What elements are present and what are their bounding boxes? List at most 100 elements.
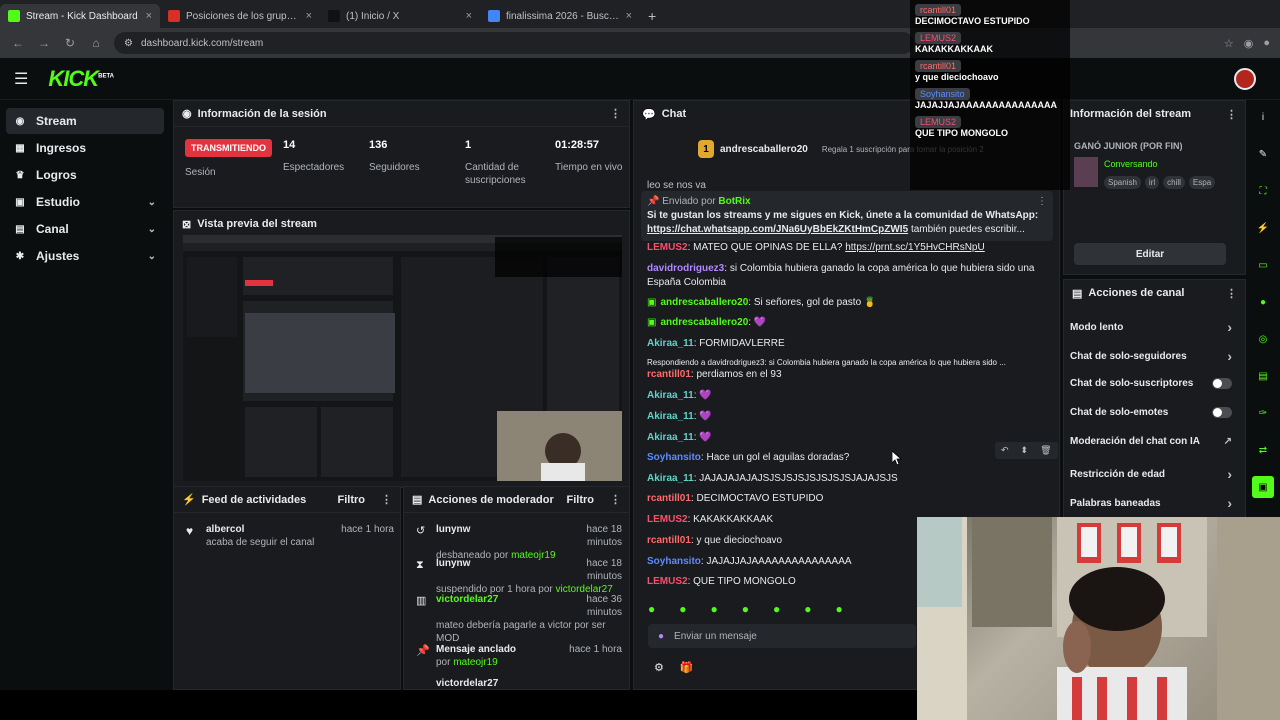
- stream-tag[interactable]: Spanish: [1104, 176, 1141, 189]
- chat-message[interactable]: Akiraa_11: FORMIDAVLERRE: [647, 337, 1047, 351]
- pinned-link[interactable]: https://chat.whatsapp.com/JNa6UyBbEkZKtH…: [647, 224, 908, 235]
- extension-icon[interactable]: ◉: [1244, 37, 1254, 50]
- chat-username[interactable]: LEMUS2: [647, 514, 688, 525]
- mod-by[interactable]: mateojr19: [453, 657, 497, 668]
- stream-info-more-icon[interactable]: ⋮: [1226, 108, 1237, 121]
- gifter-name[interactable]: andrescaballero20: [720, 144, 808, 155]
- chat-message[interactable]: Soyhansito: Hace un gol el aguilas dorad…: [647, 451, 1047, 465]
- sidebar-item-ingresos[interactable]: ▦ Ingresos: [6, 135, 164, 161]
- chat-username[interactable]: andrescaballero20: [660, 317, 748, 328]
- profile-icon[interactable]: ●: [1263, 37, 1270, 50]
- settings-chat-icon[interactable]: ⚙: [654, 661, 664, 674]
- channel-action-item[interactable]: Chat de solo-emotes: [1070, 407, 1232, 418]
- stream-tag[interactable]: chill: [1163, 176, 1185, 189]
- sidebar-item-canal[interactable]: ▤ Canal ⌄: [6, 216, 164, 242]
- mod-user[interactable]: lunynw: [436, 523, 558, 549]
- channel-action-item[interactable]: Restricción de edad ›: [1070, 466, 1232, 482]
- browser-tab[interactable]: Posiciones de los grupos de Liga ×: [160, 4, 320, 28]
- category-name[interactable]: Conversando: [1104, 159, 1158, 169]
- emote-icon[interactable]: ●: [836, 602, 843, 616]
- new-tab-button[interactable]: +: [640, 8, 664, 28]
- chat-username[interactable]: rcantill01: [647, 535, 691, 546]
- chat-message[interactable]: ▣ andrescaballero20: Si señores, gol de p…: [647, 296, 1047, 310]
- chat-input[interactable]: ● Enviar un mensaje: [648, 624, 916, 648]
- bolt-icon[interactable]: ⚡: [1252, 217, 1274, 239]
- layout-icon[interactable]: ▤: [1252, 365, 1274, 387]
- emote-icon[interactable]: ●: [648, 602, 655, 616]
- browser-tab[interactable]: finalissima 2026 - Buscar con G ×: [480, 4, 640, 28]
- browser-tab[interactable]: Stream - Kick Dashboard ×: [0, 4, 160, 28]
- pinned-by[interactable]: BotRix: [718, 196, 750, 207]
- pinned-more-icon[interactable]: ⋮: [1037, 195, 1047, 209]
- broadcast-icon[interactable]: ◎: [1252, 328, 1274, 350]
- channel-action-item[interactable]: Moderación del chat con IA ↗: [1070, 436, 1232, 447]
- channel-actions-more-icon[interactable]: ⋮: [1226, 287, 1237, 300]
- chat-message[interactable]: Akiraa_11: 💜: [647, 389, 1047, 403]
- channel-action-item[interactable]: Palabras baneadas ›: [1070, 495, 1232, 511]
- tab-close-icon[interactable]: ×: [306, 10, 312, 22]
- arrows-icon[interactable]: ⇄: [1252, 439, 1274, 461]
- reply-icon[interactable]: ↶: [1001, 445, 1009, 456]
- sidebar-item-logros[interactable]: ♛ Logros: [6, 162, 164, 188]
- edit-button[interactable]: Editar: [1074, 243, 1226, 265]
- session-more-icon[interactable]: ⋮: [610, 107, 621, 120]
- feed-user[interactable]: albercol: [206, 524, 244, 535]
- chat-username[interactable]: Soyhansito: [647, 556, 701, 567]
- chat-message[interactable]: LEMUS2: MATEO QUE OPINAS DE ELLA? https:…: [647, 241, 1047, 255]
- forward-icon[interactable]: →: [36, 36, 52, 50]
- kick-logo[interactable]: KICKBETA: [48, 66, 114, 92]
- bookmark-icon[interactable]: ☆: [1224, 37, 1234, 50]
- chat-message[interactable]: ▣ andrescaballero20: 💜: [647, 316, 1047, 330]
- tab-close-icon[interactable]: ×: [146, 10, 152, 22]
- info-icon[interactable]: i: [1252, 106, 1274, 128]
- chat-username[interactable]: LEMUS2: [647, 242, 688, 253]
- feed-filter-button[interactable]: Filtro: [338, 494, 366, 506]
- external-link-icon[interactable]: ↗: [1224, 436, 1232, 447]
- card-icon[interactable]: ▭: [1252, 254, 1274, 276]
- sidebar-item-ajustes[interactable]: ✱ Ajustes ⌄: [6, 243, 164, 269]
- toggle-switch[interactable]: [1212, 407, 1232, 418]
- chat-username[interactable]: Akiraa_11: [647, 338, 694, 349]
- chat-message[interactable]: rcantill01: perdiamos en el 93: [647, 368, 1047, 382]
- user-avatar[interactable]: [1234, 68, 1256, 90]
- mod-filter-button[interactable]: Filtro: [567, 494, 595, 506]
- wrench-icon[interactable]: ✑: [1252, 402, 1274, 424]
- mod-user[interactable]: victordelar27: [436, 593, 558, 619]
- sidebar-item-estudio[interactable]: ▣ Estudio ⌄: [6, 189, 164, 215]
- mod-user[interactable]: Mensaje anclado: [436, 643, 558, 656]
- chevron-down-icon[interactable]: ⌄: [148, 251, 156, 262]
- chevron-right-icon[interactable]: ›: [1227, 495, 1232, 511]
- stream-tag[interactable]: irl: [1144, 176, 1160, 189]
- chat-username[interactable]: davidrodriguez3: [647, 263, 724, 274]
- home-icon[interactable]: ⌂: [88, 36, 104, 50]
- emote-icon[interactable]: ●: [804, 602, 811, 616]
- chevron-right-icon[interactable]: ›: [1227, 319, 1232, 335]
- chat-username[interactable]: Akiraa_11: [647, 411, 694, 422]
- chat-message[interactable]: Akiraa_11: JAJAJAJAJAJSJSJSJSJSJSJSJSJAJ…: [647, 472, 1047, 486]
- tab-close-icon[interactable]: ×: [626, 10, 632, 22]
- browser-tab[interactable]: (1) Inicio / X ×: [320, 4, 480, 28]
- delete-icon[interactable]: 🗑: [1040, 445, 1051, 456]
- pin-icon[interactable]: ⬍: [1021, 445, 1029, 456]
- reload-icon[interactable]: ↻: [62, 36, 78, 50]
- chat-username[interactable]: Akiraa_11: [647, 432, 694, 443]
- chat-username[interactable]: Akiraa_11: [647, 473, 694, 484]
- stream-preview[interactable]: [183, 235, 622, 481]
- chat-message[interactable]: Akiraa_11: 💜: [647, 410, 1047, 424]
- site-info-icon[interactable]: ⚙: [124, 38, 133, 49]
- emote-icon[interactable]: ●: [742, 602, 749, 616]
- emote-icon[interactable]: ●: [711, 602, 718, 616]
- chat-username[interactable]: LEMUS2: [647, 576, 688, 587]
- chevron-down-icon[interactable]: ⌄: [148, 197, 156, 208]
- channel-action-item[interactable]: Chat de solo-suscriptores: [1070, 378, 1232, 389]
- emote-icon[interactable]: ●: [679, 602, 686, 616]
- green-app-icon[interactable]: ▣: [1252, 476, 1274, 498]
- channel-action-item[interactable]: Chat de solo-seguidores ›: [1070, 348, 1232, 364]
- pencil-icon[interactable]: ✎: [1252, 143, 1274, 165]
- chat-message[interactable]: rcantill01: DECIMOCTAVO ESTUPIDO: [647, 492, 1047, 506]
- back-icon[interactable]: ←: [10, 36, 26, 50]
- chat-username[interactable]: Soyhansito: [647, 452, 701, 463]
- expand-icon[interactable]: ⛶: [1252, 180, 1274, 202]
- sidebar-item-stream[interactable]: ◉ Stream: [6, 108, 164, 134]
- url-field[interactable]: ⚙ dashboard.kick.com/stream: [114, 32, 914, 54]
